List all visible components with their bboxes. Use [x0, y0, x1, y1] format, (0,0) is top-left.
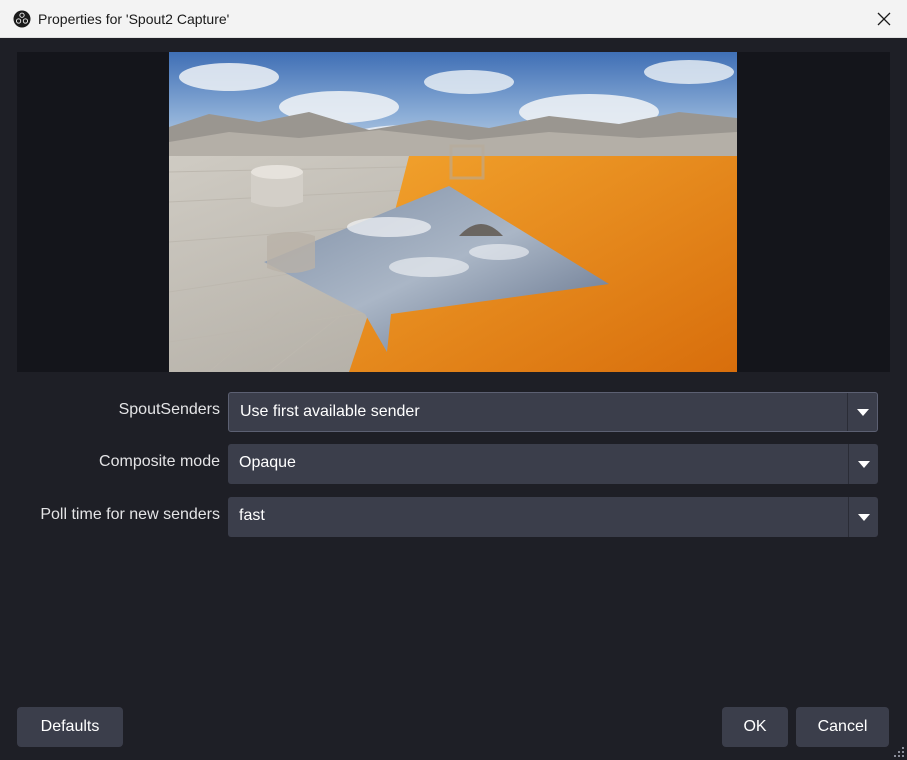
dropdown-arrow[interactable]	[848, 497, 878, 537]
close-icon	[877, 12, 891, 26]
defaults-button[interactable]: Defaults	[17, 707, 123, 747]
cancel-button[interactable]: Cancel	[796, 707, 889, 747]
composite-mode-label: Composite mode	[99, 453, 220, 470]
chevron-down-icon	[857, 513, 870, 521]
composite-mode-select[interactable]: Opaque	[228, 444, 878, 484]
spout-senders-label: SpoutSenders	[118, 401, 220, 418]
poll-time-select[interactable]: fast	[228, 497, 878, 537]
composite-mode-row: Composite mode Opaque	[0, 444, 907, 484]
dropdown-arrow[interactable]	[848, 444, 878, 484]
dialog-body: SpoutSenders Use first available sender …	[0, 38, 907, 760]
poll-time-row: Poll time for new senders fast	[0, 497, 907, 537]
spout-senders-row: SpoutSenders Use first available sender	[0, 392, 907, 432]
window-title: Properties for 'Spout2 Capture'	[38, 11, 230, 27]
poll-time-value: fast	[239, 507, 265, 524]
resize-grip-icon[interactable]	[894, 747, 904, 757]
spout-senders-value: Use first available sender	[240, 403, 420, 420]
ok-button[interactable]: OK	[722, 707, 788, 747]
chevron-down-icon	[857, 460, 870, 468]
obs-icon	[13, 10, 31, 28]
dropdown-arrow[interactable]	[847, 393, 877, 431]
preview-area	[17, 52, 890, 372]
poll-time-label: Poll time for new senders	[40, 506, 220, 523]
composite-mode-value: Opaque	[239, 454, 296, 471]
chevron-down-icon	[856, 408, 869, 416]
preview-image	[169, 52, 737, 372]
spout-senders-select[interactable]: Use first available sender	[228, 392, 878, 432]
close-button[interactable]	[861, 0, 907, 38]
title-bar: Properties for 'Spout2 Capture'	[0, 0, 907, 38]
